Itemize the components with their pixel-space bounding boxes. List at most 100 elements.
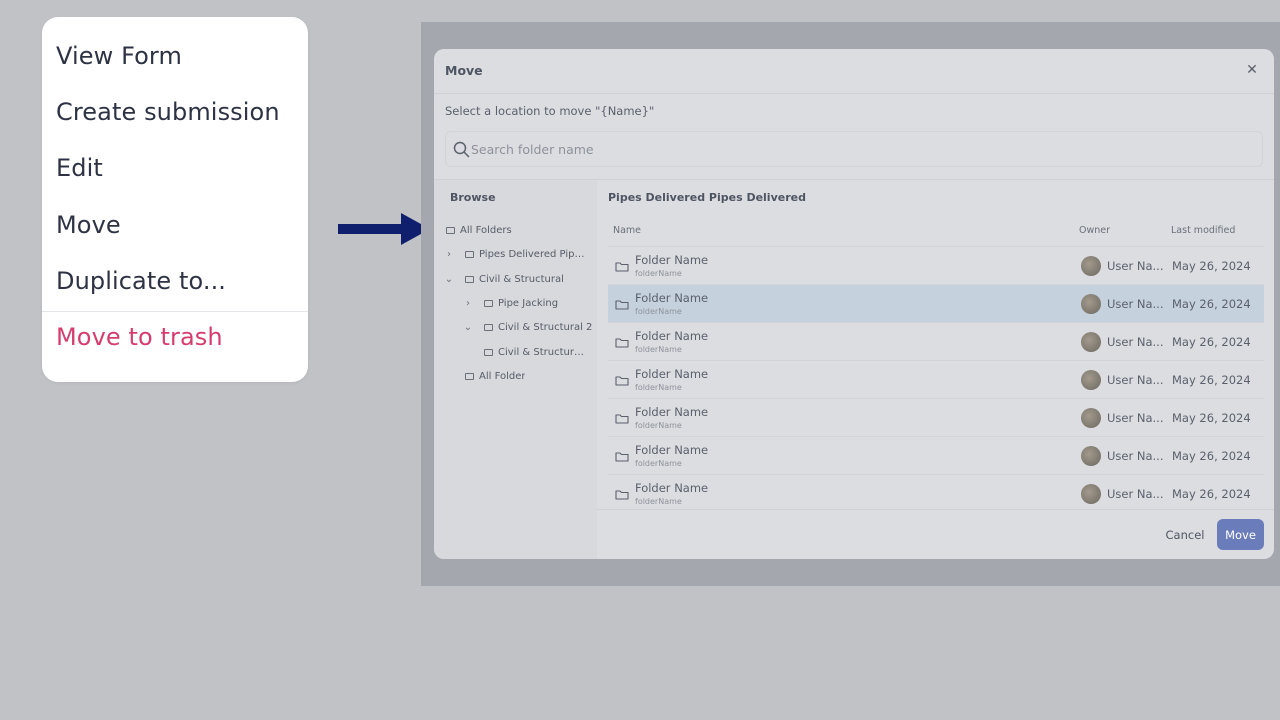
- avatar: [1081, 332, 1101, 352]
- pointer-arrow-icon: [338, 213, 430, 245]
- tree-item-label: Civil & Structural: [479, 273, 564, 285]
- move-dialog: Move ✕ Select a location to move "{Name}…: [434, 49, 1274, 559]
- divider: [434, 93, 1274, 94]
- menu-divider: [42, 311, 308, 312]
- table-row[interactable]: Folder Name folderName User Na... May 26, 2…: [608, 360, 1264, 398]
- column-header-name[interactable]: Name: [613, 225, 641, 236]
- cancel-button[interactable]: Cancel: [1157, 519, 1213, 550]
- folder-list-pane: Pipes Delivered Pipes Delivered Name Own…: [597, 180, 1274, 559]
- folder-icon: [615, 414, 629, 424]
- owner-name: User Na...: [1107, 297, 1164, 311]
- avatar: [1081, 294, 1101, 314]
- search-icon: [453, 141, 470, 158]
- folder-name: Folder Name: [635, 329, 709, 343]
- browse-heading: Browse: [450, 191, 496, 204]
- chevron-down-icon[interactable]: ⌄: [442, 274, 456, 285]
- last-modified-date: May 26, 2024: [1172, 487, 1251, 501]
- folder-name: Folder Name: [635, 253, 709, 267]
- folder-icon: [446, 226, 455, 234]
- tree-item-label: All Folders: [460, 224, 512, 236]
- owner-name: User Na...: [1107, 411, 1164, 425]
- table-row[interactable]: Folder Name folderName User Na... May 26, 2…: [608, 322, 1264, 360]
- chevron-right-icon[interactable]: ›: [442, 249, 456, 260]
- tree-item-civil-structural-2[interactable]: ⌄ Civil & Structural 2: [461, 317, 594, 337]
- folder-slug: folderName: [635, 497, 682, 506]
- owner-name: User Na...: [1107, 335, 1164, 349]
- table-row[interactable]: Folder Name folderName User Na... May 26, 2…: [608, 398, 1264, 436]
- last-modified-date: May 26, 2024: [1172, 411, 1251, 425]
- chevron-right-icon[interactable]: ›: [461, 298, 475, 309]
- tree-item-all-folders[interactable]: All Folders: [446, 220, 594, 240]
- avatar: [1081, 370, 1101, 390]
- tree-item-all-folder[interactable]: All Folder: [465, 366, 594, 386]
- folder-slug: folderName: [635, 459, 682, 468]
- avatar: [1081, 484, 1101, 504]
- tree-item-civil-structural-sub[interactable]: Civil & Structural...: [484, 342, 594, 362]
- context-menu: View Form Create submission Edit Move Du…: [42, 17, 308, 382]
- folder-icon: [484, 323, 493, 331]
- avatar: [1081, 256, 1101, 276]
- column-header-last-modified[interactable]: Last modified: [1171, 225, 1235, 236]
- folder-name: Folder Name: [635, 481, 709, 495]
- folder-icon: [615, 300, 629, 310]
- folder-slug: folderName: [635, 345, 682, 354]
- avatar: [1081, 446, 1101, 466]
- tree-item-label: Pipes Delivered Pipes...: [479, 248, 587, 260]
- tree-item-label: All Folder: [479, 370, 526, 382]
- folder-icon: [484, 348, 493, 356]
- tree-item-label: Pipe Jacking: [498, 297, 559, 309]
- divider: [597, 509, 1274, 510]
- folder-icon: [615, 338, 629, 348]
- table-row[interactable]: Folder Name folderName User Na... May 26, 2…: [608, 436, 1264, 474]
- menu-item-create-submission[interactable]: Create submission: [56, 98, 280, 126]
- last-modified-date: May 26, 2024: [1172, 335, 1251, 349]
- owner-name: User Na...: [1107, 259, 1164, 273]
- folder-slug: folderName: [635, 421, 682, 430]
- menu-item-edit[interactable]: Edit: [56, 154, 103, 182]
- table-row[interactable]: Folder Name folderName User Na... May 26, 2…: [608, 474, 1264, 512]
- current-folder-title: Pipes Delivered Pipes Delivered: [608, 191, 806, 204]
- tree-item-civil-structural[interactable]: ⌄ Civil & Structural: [442, 269, 594, 289]
- tree-item-pipe-jacking[interactable]: › Pipe Jacking: [461, 293, 594, 313]
- close-icon[interactable]: ✕: [1244, 62, 1260, 78]
- last-modified-date: May 26, 2024: [1172, 373, 1251, 387]
- last-modified-date: May 26, 2024: [1172, 259, 1251, 273]
- menu-item-duplicate[interactable]: Duplicate to...: [56, 267, 226, 295]
- tree-item-pipes-delivered[interactable]: › Pipes Delivered Pipes...: [442, 244, 594, 264]
- dialog-subtitle: Select a location to move "{Name}": [445, 104, 655, 118]
- folder-icon: [615, 452, 629, 462]
- folder-name: Folder Name: [635, 367, 709, 381]
- last-modified-date: May 26, 2024: [1172, 297, 1251, 311]
- browse-sidebar: Browse All Folders › Pipes Delivered Pip…: [434, 180, 597, 559]
- folder-slug: folderName: [635, 307, 682, 316]
- avatar: [1081, 408, 1101, 428]
- menu-item-move-to-trash[interactable]: Move to trash: [56, 323, 223, 351]
- search-box[interactable]: [445, 131, 1263, 167]
- search-input[interactable]: [471, 139, 1251, 159]
- move-button[interactable]: Move: [1217, 519, 1264, 550]
- folder-icon: [465, 250, 474, 258]
- folder-icon: [465, 275, 474, 283]
- owner-name: User Na...: [1107, 449, 1164, 463]
- folder-name: Folder Name: [635, 291, 709, 305]
- tree-item-label: Civil & Structural...: [498, 346, 588, 358]
- column-header-owner[interactable]: Owner: [1079, 225, 1110, 236]
- folder-icon: [465, 372, 474, 380]
- folder-slug: folderName: [635, 269, 682, 278]
- owner-name: User Na...: [1107, 487, 1164, 501]
- owner-name: User Na...: [1107, 373, 1164, 387]
- folder-icon: [484, 299, 493, 307]
- last-modified-date: May 26, 2024: [1172, 449, 1251, 463]
- table-row[interactable]: Folder Name folderName User Na... May 26, 2…: [608, 284, 1264, 322]
- table-row[interactable]: Folder Name folderName User Na... May 26, 2…: [608, 246, 1264, 284]
- folder-icon: [615, 490, 629, 500]
- folder-icon: [615, 376, 629, 386]
- chevron-down-icon[interactable]: ⌄: [461, 322, 475, 333]
- menu-item-view-form[interactable]: View Form: [56, 42, 182, 70]
- folder-name: Folder Name: [635, 443, 709, 457]
- menu-item-move[interactable]: Move: [56, 211, 121, 239]
- dialog-title: Move: [445, 63, 483, 78]
- folder-icon: [615, 262, 629, 272]
- folder-name: Folder Name: [635, 405, 709, 419]
- folder-slug: folderName: [635, 383, 682, 392]
